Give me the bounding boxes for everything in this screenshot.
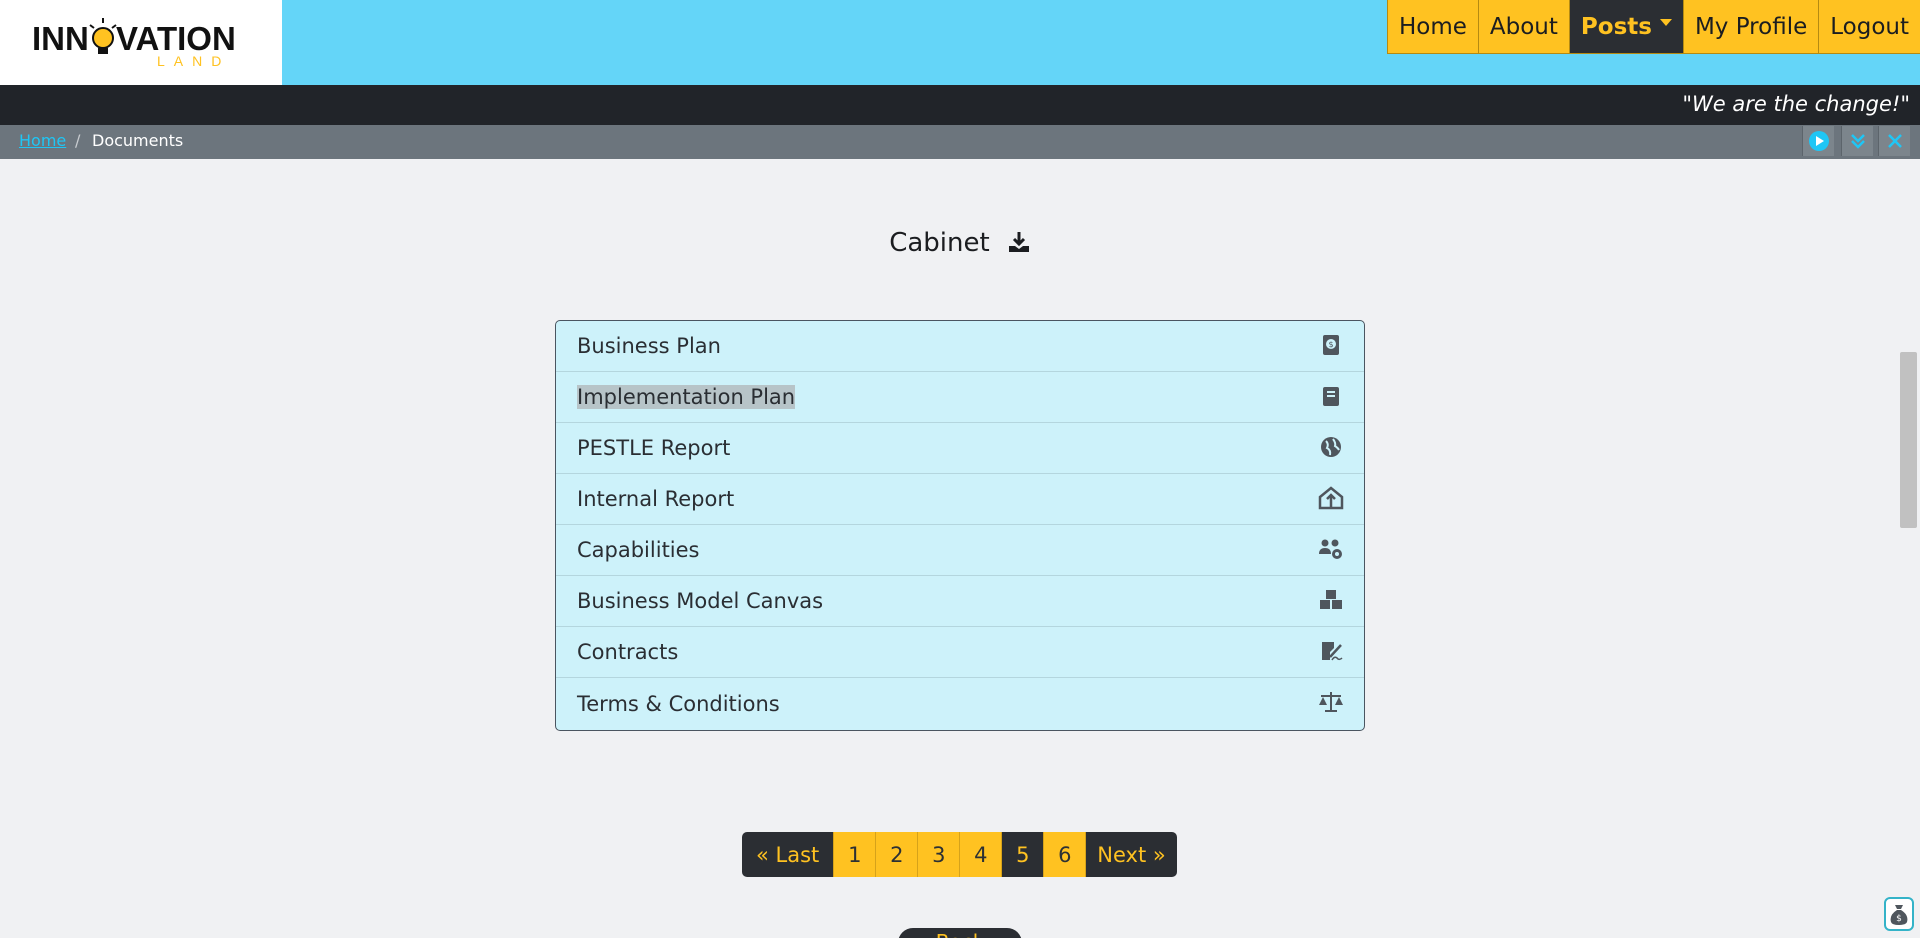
caret-down-icon xyxy=(1659,19,1672,26)
document-label: PESTLE Report xyxy=(577,436,731,460)
list-item[interactable]: Contracts xyxy=(556,627,1364,678)
document-label: Business Plan xyxy=(577,334,721,358)
svg-text:INN: INN xyxy=(32,20,89,57)
back-button[interactable]: Back xyxy=(898,928,1022,938)
tagline-bar: "We are the change!" xyxy=(0,85,1920,125)
svg-text:LAND: LAND xyxy=(157,53,230,69)
chevrons-down-icon xyxy=(1850,134,1865,149)
expand-button[interactable] xyxy=(1841,126,1873,156)
nav-posts-label: Posts xyxy=(1580,13,1652,40)
download-icon[interactable] xyxy=(1007,230,1031,258)
document-label: Contracts xyxy=(577,640,679,664)
house-arrow-icon xyxy=(1318,486,1344,514)
nav-logout-label: Logout xyxy=(1830,13,1909,40)
breadcrumb-separator: / xyxy=(75,131,81,150)
top-header: INN VATION LAND Home About Posts My Prof… xyxy=(0,0,1920,85)
nav-about[interactable]: About xyxy=(1477,0,1569,54)
scales-icon xyxy=(1318,690,1344,718)
pagination-page[interactable]: 3 xyxy=(917,832,960,877)
svg-text:$: $ xyxy=(1328,340,1333,349)
page-title: Cabinet xyxy=(889,228,990,258)
play-button[interactable] xyxy=(1802,126,1834,156)
pagination-page[interactable]: 2 xyxy=(875,832,918,877)
money-bag-button[interactable]: $ xyxy=(1884,897,1914,931)
pagination: « Last 1 2 3 4 5 6 Next » xyxy=(742,832,1177,877)
list-item[interactable]: Terms & Conditions xyxy=(556,678,1364,729)
nav-home[interactable]: Home xyxy=(1386,0,1478,54)
main-nav: Home About Posts My Profile Logout xyxy=(1386,0,1920,54)
close-icon xyxy=(1887,134,1902,148)
nav-my-profile-label: My Profile xyxy=(1694,13,1808,40)
list-item[interactable]: Capabilities xyxy=(556,525,1364,576)
money-book-icon: $ xyxy=(1318,333,1344,361)
svg-text:VATION: VATION xyxy=(116,20,236,57)
innovation-land-logo: INN VATION LAND xyxy=(32,18,236,69)
scrollbar-thumb[interactable] xyxy=(1900,352,1917,528)
pagination-page[interactable]: 1 xyxy=(833,832,876,877)
list-item[interactable]: Business Model Canvas xyxy=(556,576,1364,627)
document-label: Internal Report xyxy=(577,487,735,511)
pagination-page[interactable]: 6 xyxy=(1043,832,1086,877)
nav-logout[interactable]: Logout xyxy=(1818,0,1920,54)
people-gear-icon xyxy=(1318,537,1344,565)
svg-text:$: $ xyxy=(1896,914,1902,924)
document-label: Capabilities xyxy=(577,538,700,562)
nav-home-label: Home xyxy=(1398,13,1467,40)
pagination-last[interactable]: « Last xyxy=(742,832,834,877)
document-label: Terms & Conditions xyxy=(577,691,780,716)
close-button[interactable] xyxy=(1878,126,1910,156)
cubes-icon xyxy=(1318,588,1344,616)
document-label: Implementation Plan xyxy=(577,385,796,409)
breadcrumb-current: Documents xyxy=(92,131,184,150)
document-list: Business Plan $ Implementation Plan PEST… xyxy=(555,320,1365,731)
logo-container[interactable]: INN VATION LAND xyxy=(0,0,282,85)
nav-about-label: About xyxy=(1489,13,1558,40)
nav-my-profile[interactable]: My Profile xyxy=(1682,0,1819,54)
pagination-page-current[interactable]: 5 xyxy=(1001,832,1044,877)
play-icon xyxy=(1808,131,1829,151)
page-title-row: Cabinet xyxy=(0,228,1920,261)
list-item[interactable]: Business Plan $ xyxy=(556,321,1364,372)
list-item[interactable]: Internal Report xyxy=(556,474,1364,525)
list-item[interactable]: Implementation Plan xyxy=(556,372,1364,423)
pagination-page[interactable]: 4 xyxy=(959,832,1002,877)
breadcrumb-home-link[interactable]: Home xyxy=(19,131,66,150)
globe-icon xyxy=(1318,435,1344,463)
pagination-next[interactable]: Next » xyxy=(1085,832,1177,877)
money-bag-icon: $ xyxy=(1890,905,1908,925)
signature-icon xyxy=(1318,639,1344,667)
tagline-text: "We are the change!" xyxy=(1682,92,1910,116)
breadcrumb: Home / Documents xyxy=(0,125,1920,159)
document-label: Business Model Canvas xyxy=(577,589,824,613)
book-icon xyxy=(1318,384,1344,412)
list-item[interactable]: PESTLE Report xyxy=(556,423,1364,474)
nav-posts-dropdown[interactable]: Posts xyxy=(1568,0,1683,54)
